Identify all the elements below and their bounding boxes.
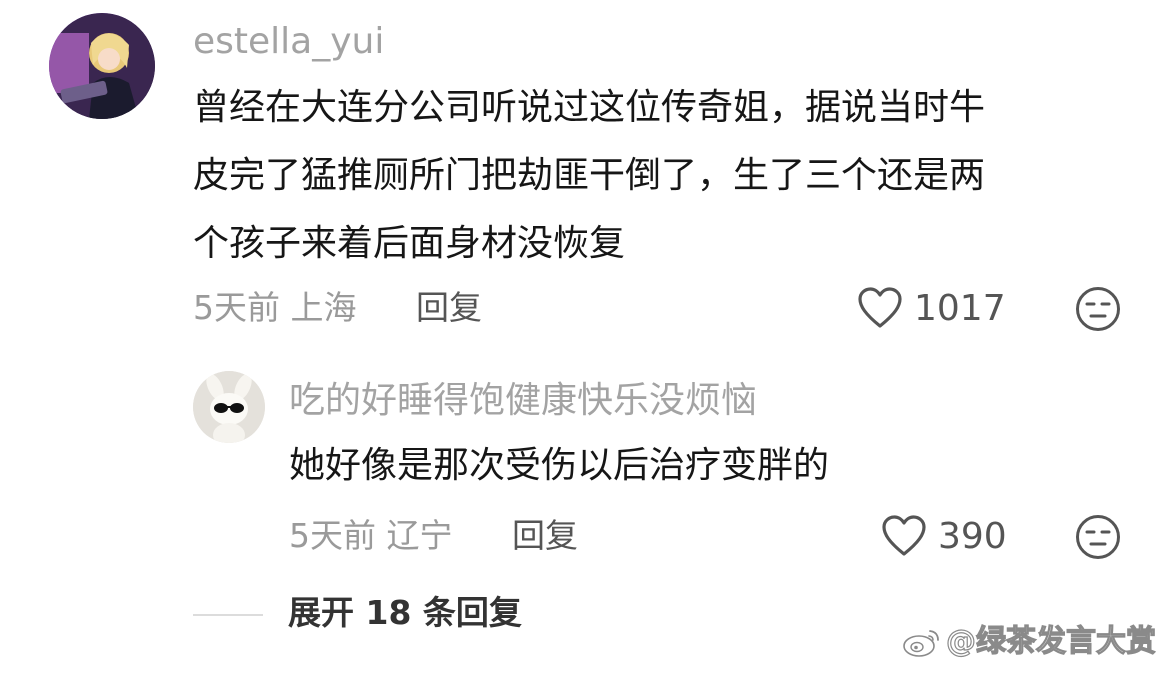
expand-replies-button[interactable]: 展开 18 条回复 [288, 596, 522, 629]
reply-time-location: 5天前 辽宁 [289, 516, 453, 555]
avatar[interactable] [49, 13, 155, 119]
anime-girl-avatar-icon [49, 13, 155, 119]
bunny-sunglasses-avatar-icon [193, 371, 265, 443]
like-count: 1017 [914, 288, 1006, 329]
reply-like-count: 390 [938, 516, 1007, 557]
weibo-logo-icon [903, 630, 939, 657]
watermark: @绿茶发言大赏 [902, 624, 1157, 659]
dislike-button[interactable] [1075, 286, 1121, 332]
reply-like-button[interactable] [881, 514, 927, 558]
reply-avatar[interactable] [193, 371, 265, 443]
neutral-face-icon [1076, 287, 1120, 331]
like-button[interactable] [857, 286, 903, 330]
comment-text-line2: 皮完了猛推厕所门把劫匪干倒了，生了三个还是两 [193, 155, 986, 196]
expand-divider [193, 614, 263, 616]
reply-reply-button[interactable]: 回复 [512, 519, 578, 552]
comment-text-line1: 曾经在大连分公司听说过这位传奇姐，据说当时牛 [193, 87, 986, 128]
comment-username[interactable]: estella_yui [193, 24, 384, 60]
watermark-text: @绿茶发言大赏 [945, 624, 1156, 659]
reply-username[interactable]: 吃的好睡得饱健康快乐没烦恼 [289, 383, 757, 419]
comment-text-line3: 个孩子来着后面身材没恢复 [193, 223, 626, 264]
heart-outline-icon [858, 287, 902, 328]
neutral-face-icon [1076, 515, 1120, 559]
heart-outline-icon [882, 515, 926, 556]
comment-reply-button[interactable]: 回复 [416, 291, 482, 324]
reply-dislike-button[interactable] [1075, 514, 1121, 560]
comment-time-location: 5天前 上海 [193, 288, 357, 327]
reply-text: 她好像是那次受伤以后治疗变胖的 [289, 445, 830, 486]
